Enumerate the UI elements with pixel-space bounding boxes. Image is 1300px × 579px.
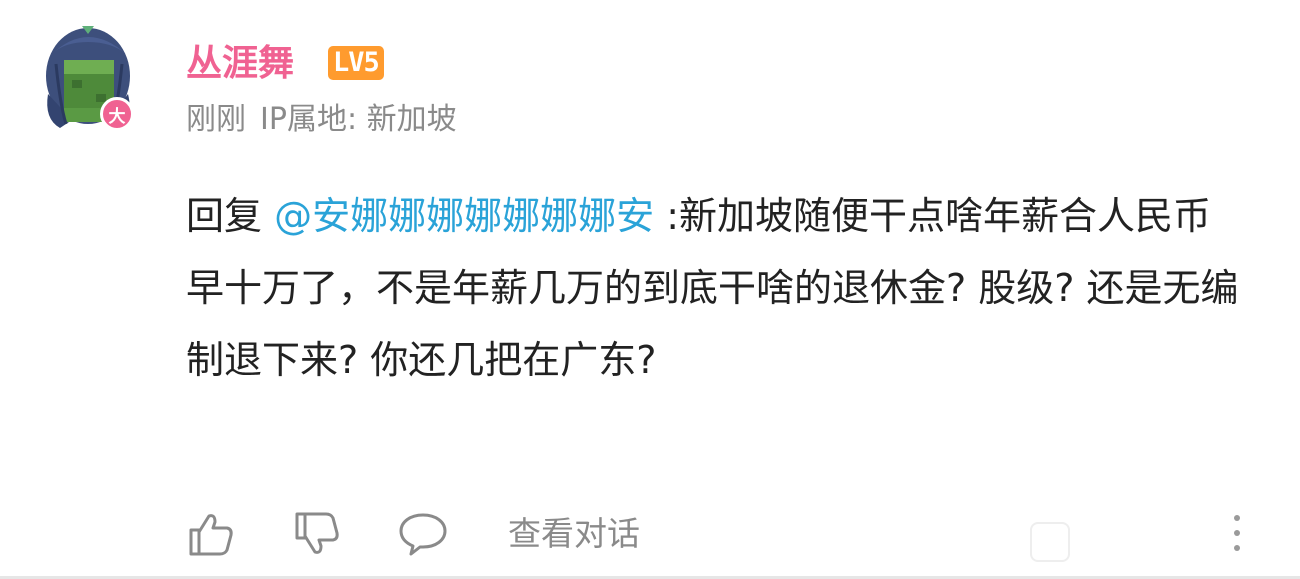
dislike-button[interactable]: [292, 509, 342, 559]
reply-prefix: 回复: [186, 194, 263, 238]
comment-card: 大 丛涯舞 LV5 刚刚 IP属地: 新加坡 回复 @安娜娜娜娜娜娜娜安 :新加坡…: [0, 0, 1300, 579]
username[interactable]: 丛涯舞: [186, 40, 294, 88]
comment-time: 刚刚: [186, 102, 246, 137]
view-conversation-link[interactable]: 查看对话: [508, 504, 640, 564]
comment-content: 回复 @安娜娜娜娜娜娜娜安 :新加坡随便干点啥年薪合人民币早十万了，不是年薪几万…: [186, 180, 1246, 396]
speech-bubble-icon: [399, 513, 447, 556]
comment-meta: 刚刚 IP属地: 新加坡: [186, 100, 457, 140]
thumbs-down-icon: [295, 512, 339, 554]
avatar-level-badge: 大: [100, 97, 134, 131]
level-badge: LV5: [328, 46, 384, 80]
thumbs-up-icon: [189, 514, 233, 556]
action-bar: 查看对话: [186, 504, 640, 564]
vertical-dots-icon: [1234, 515, 1240, 521]
ip-location: IP属地: 新加坡: [260, 102, 457, 137]
more-options-button[interactable]: [1222, 508, 1252, 558]
reply-button[interactable]: [398, 509, 448, 559]
like-button[interactable]: [186, 509, 236, 559]
mention-link[interactable]: @安娜娜娜娜娜娜娜安: [274, 194, 654, 238]
watermark-icon: [1030, 522, 1070, 562]
